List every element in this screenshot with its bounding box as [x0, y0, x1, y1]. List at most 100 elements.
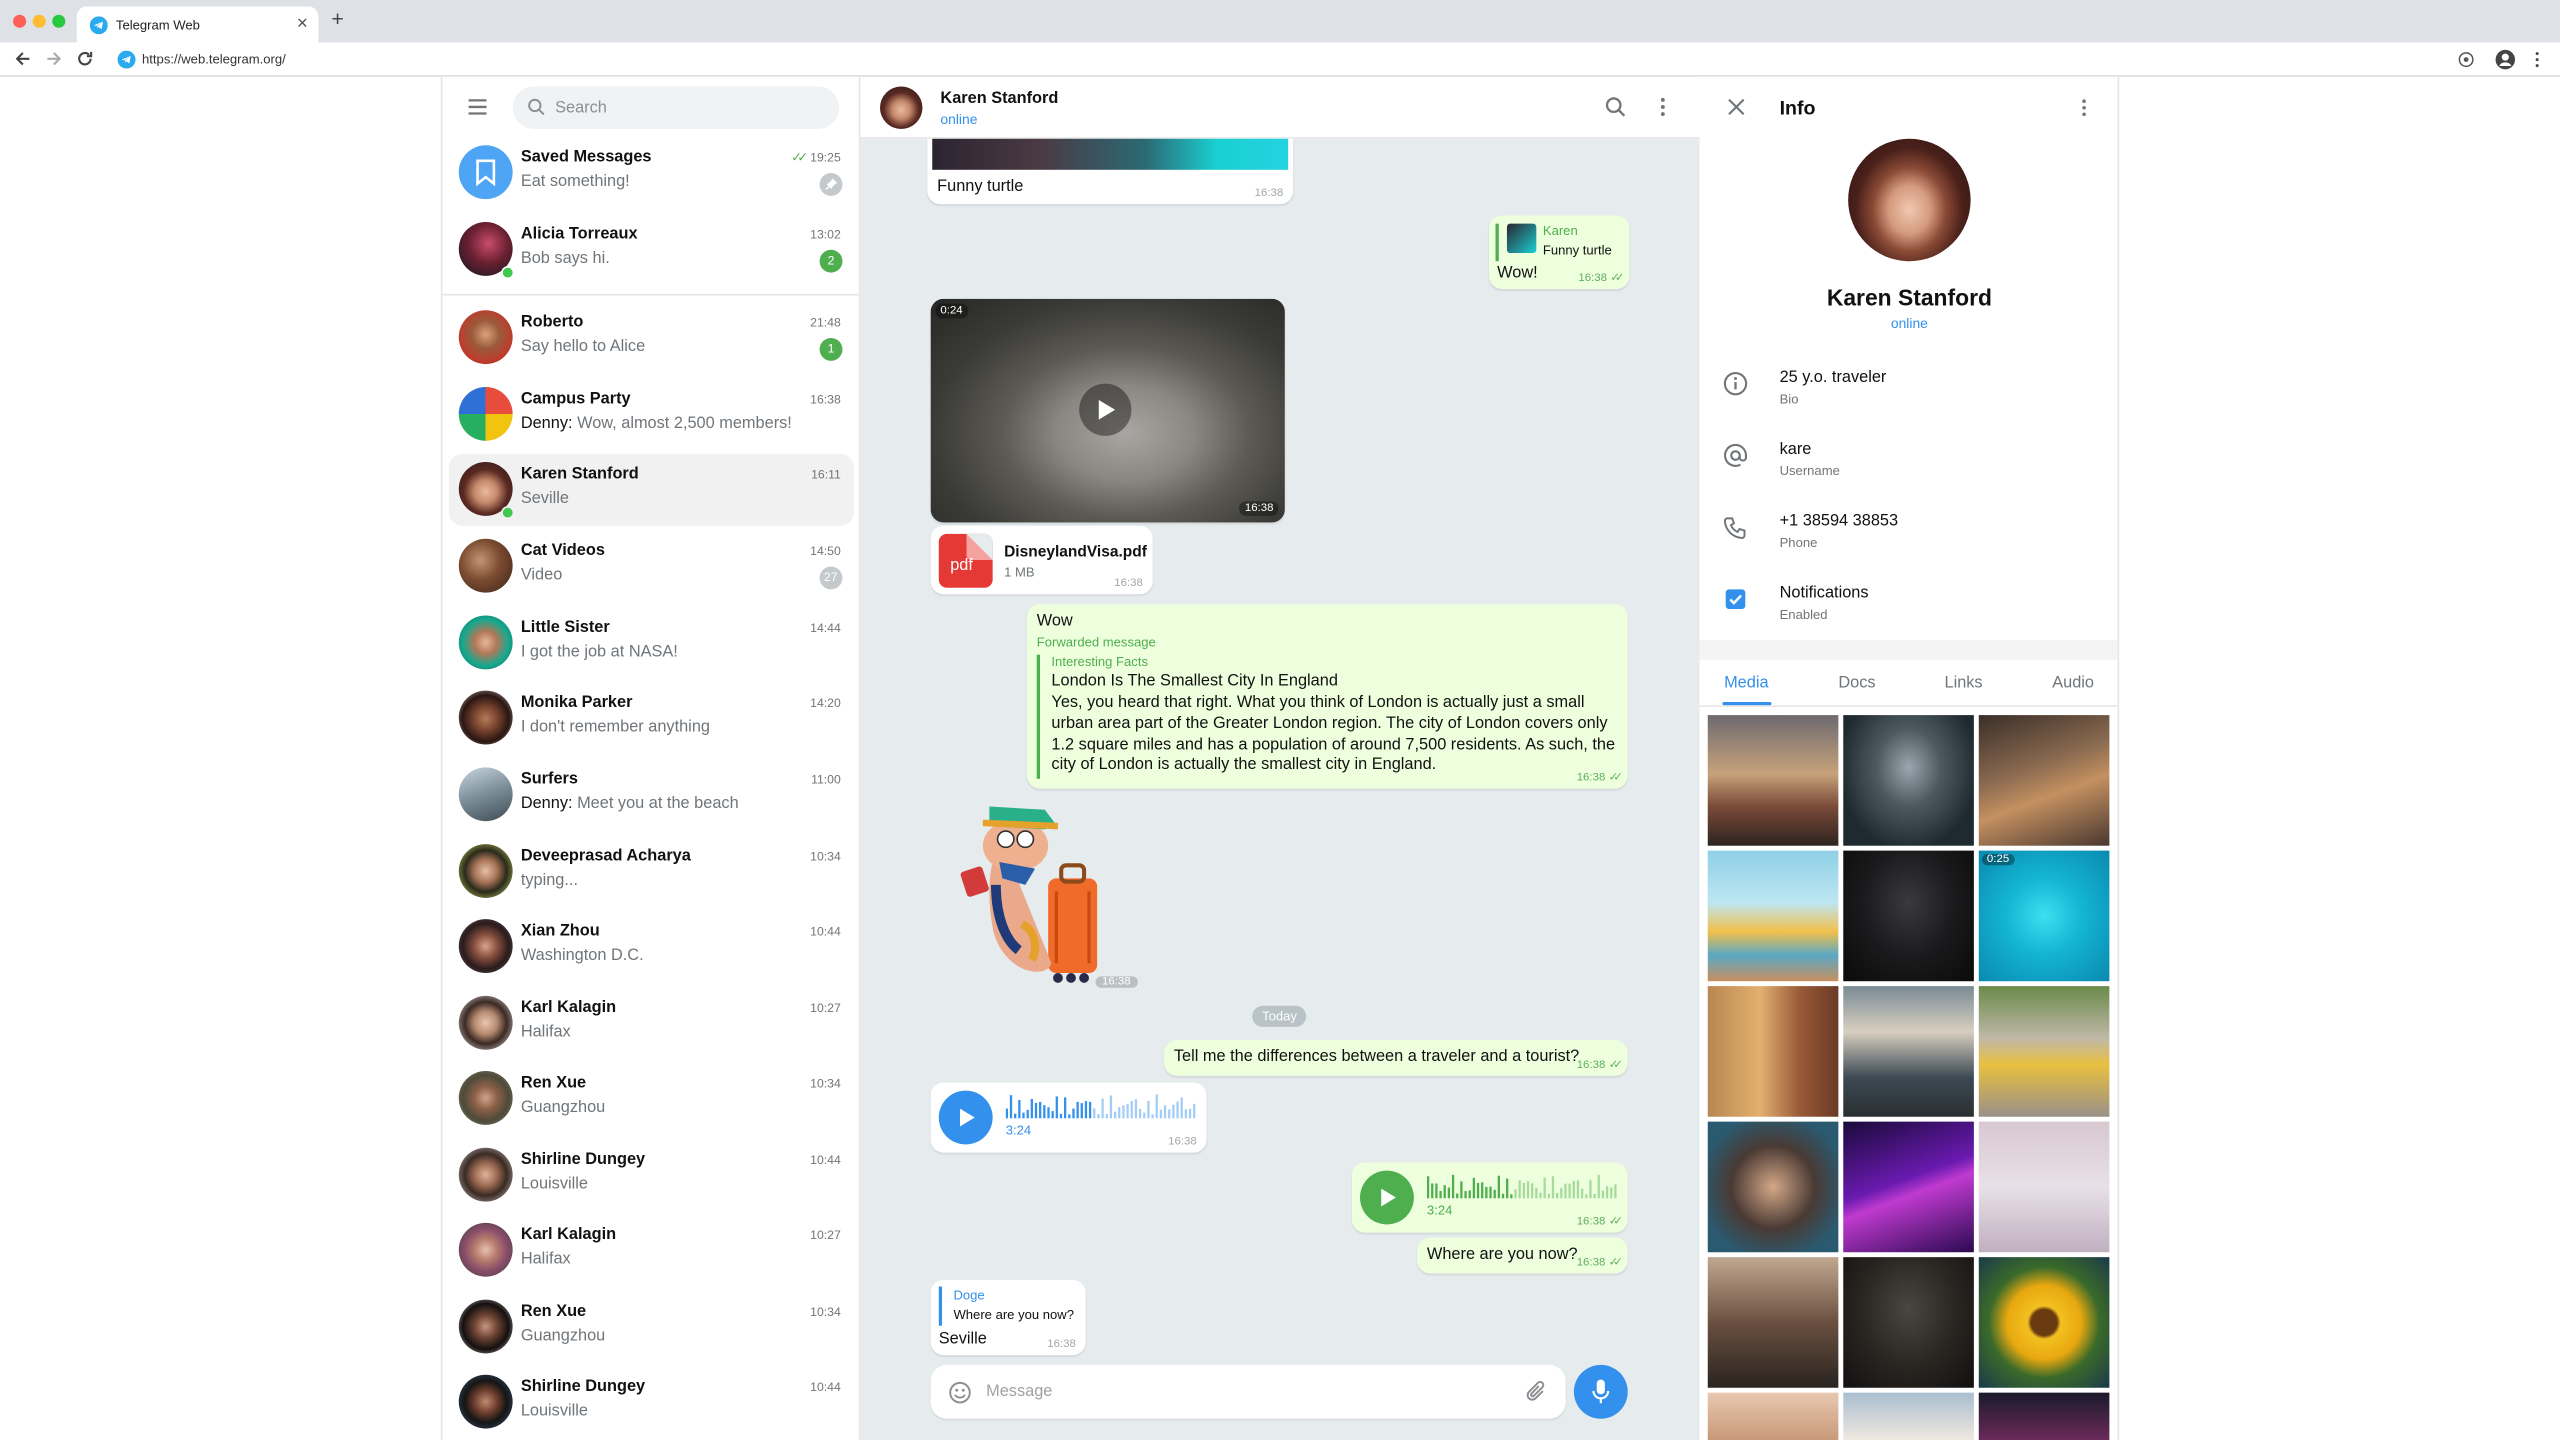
minimize-window-button[interactable] — [32, 14, 46, 28]
reply-quote[interactable]: Karen Funny turtle — [1495, 223, 1623, 262]
media-thumbnail[interactable] — [1978, 1121, 2110, 1253]
record-voice-button[interactable] — [1573, 1364, 1628, 1419]
emoji-icon[interactable] — [949, 1381, 972, 1404]
media-thumbnail[interactable] — [1843, 1257, 1974, 1388]
file-message[interactable]: pdf DisneylandVisa.pdf 1 MB 16:38 — [930, 525, 1153, 595]
media-thumbnail[interactable] — [1843, 1392, 1974, 1440]
close-window-button[interactable] — [13, 14, 27, 28]
chat-item-roberto[interactable]: Roberto Say hello to Alice 21:48 1 — [449, 302, 854, 374]
chat-header[interactable]: Karen Stanford online — [860, 76, 1700, 139]
reply-quote[interactable]: Doge Where are you now? — [938, 1286, 1079, 1326]
chat-item-little-sister[interactable]: Little Sister I got the job at NASA! 14:… — [449, 607, 854, 679]
media-thumbnail[interactable]: 0:25 — [1978, 850, 2110, 982]
checkbox-icon[interactable] — [1722, 586, 1748, 612]
chat-header-status: online — [940, 111, 978, 128]
voice-message-outgoing[interactable]: 3:24 16:38 ✓✓ — [1351, 1162, 1628, 1233]
tab-media[interactable]: Media — [1724, 674, 1768, 692]
close-icon[interactable] — [1727, 98, 1745, 116]
traveling-dog-sticker[interactable] — [953, 797, 1116, 993]
voice-waveform[interactable] — [1005, 1092, 1199, 1119]
tab-audio[interactable]: Audio — [2052, 674, 2094, 692]
waveform-bar — [1072, 1108, 1075, 1119]
message-time: 16:38 ✓✓ — [1578, 272, 1624, 285]
media-thumbnail[interactable] — [1707, 1392, 1839, 1440]
back-arrow-icon[interactable] — [13, 49, 33, 69]
media-thumbnail[interactable] — [1843, 986, 1974, 1117]
notifications-row[interactable]: Notifications Enabled — [1722, 580, 2098, 636]
image-message[interactable]: Funny turtle 16:38 — [927, 138, 1294, 205]
video-message[interactable]: 0:24 16:38 — [930, 298, 1285, 523]
chat-item-shirline-dungey-2[interactable]: Shirline Dungey Louisville 10:44 — [449, 1367, 854, 1439]
chat-header-avatar[interactable] — [879, 86, 923, 129]
voice-play-button[interactable] — [938, 1090, 993, 1145]
media-thumbnail[interactable] — [1843, 715, 1974, 846]
bio-row[interactable]: 25 y.o. traveler Bio — [1722, 364, 2098, 420]
chat-menu-icon[interactable] — [1659, 96, 1667, 117]
pinned-divider — [442, 293, 859, 296]
chat-item-karen-stanford[interactable]: Karen Stanford Seville 16:11 — [448, 453, 854, 526]
tab-docs[interactable]: Docs — [1838, 674, 1875, 692]
attach-icon[interactable] — [1525, 1380, 1548, 1404]
profile-photo[interactable] — [1848, 138, 1971, 262]
tab-links[interactable]: Links — [1944, 674, 1982, 692]
reload-icon[interactable] — [75, 49, 95, 69]
close-tab-icon[interactable]: ✕ — [296, 15, 308, 33]
media-thumbnail[interactable] — [1707, 1121, 1839, 1253]
media-thumbnail[interactable] — [1707, 715, 1839, 846]
chat-item-karl-kalagin[interactable]: Karl Kalagin Halifax 10:27 — [449, 988, 854, 1060]
chat-item-xian-zhou[interactable]: Xian Zhou Washington D.C. 10:44 — [449, 911, 854, 983]
reply-message-outgoing[interactable]: Karen Funny turtle Wow! 16:38 ✓✓ — [1488, 215, 1630, 289]
chat-item-monika-parker[interactable]: Monika Parker I don't remember anything … — [449, 682, 854, 754]
media-thumbnail[interactable] — [1707, 1257, 1839, 1388]
waveform-bar — [1055, 1096, 1058, 1119]
outgoing-message[interactable]: Tell me the differences between a travel… — [1164, 1039, 1628, 1076]
reply-message-incoming[interactable]: Doge Where are you now? Seville 16:38 — [930, 1279, 1086, 1356]
chat-name: Roberto — [520, 313, 584, 332]
voice-play-button[interactable] — [1359, 1170, 1414, 1225]
waveform-bar — [1168, 1109, 1171, 1119]
install-app-icon[interactable] — [2457, 51, 2475, 69]
hamburger-menu-icon[interactable] — [467, 98, 488, 116]
play-button[interactable] — [1079, 383, 1132, 436]
forwarded-message[interactable]: Wow Forwarded message Interesting Facts … — [1026, 604, 1628, 789]
karl-kalagin-avatar — [458, 1222, 513, 1277]
chat-item-saved-messages[interactable]: Saved Messages Eat something! ✓✓ 19:25 — [449, 137, 854, 209]
voice-waveform[interactable] — [1426, 1172, 1620, 1199]
media-thumbnail[interactable] — [1707, 986, 1839, 1117]
search-input[interactable]: Search — [512, 86, 840, 129]
waveform-bar — [1435, 1183, 1438, 1199]
media-thumbnail[interactable] — [1843, 1121, 1974, 1253]
chat-item-surfers[interactable]: Surfers Denny: Meet you at the beach 11:… — [449, 759, 854, 831]
phone-row[interactable]: +1 38594 38853 Phone — [1722, 508, 2098, 564]
new-tab-button[interactable]: + — [331, 7, 343, 31]
media-thumbnail[interactable] — [1978, 715, 2110, 846]
browser-menu-icon[interactable] — [2532, 51, 2542, 69]
media-thumbnail[interactable] — [1978, 986, 2110, 1117]
media-thumbnail[interactable] — [1978, 1392, 2110, 1440]
profile-icon[interactable] — [2495, 49, 2516, 70]
media-thumbnail[interactable] — [1978, 1257, 2110, 1388]
username-row[interactable]: kare Username — [1722, 436, 2098, 492]
chat-item-deveeprasad-acharya[interactable]: Deveeprasad Acharya typing... 10:34 — [449, 836, 854, 908]
chat-item-ren-xue[interactable]: Ren Xue Guangzhou 10:34 — [449, 1063, 854, 1135]
outgoing-message[interactable]: Where are you now? 16:38 ✓✓ — [1417, 1237, 1628, 1274]
maximize-window-button[interactable] — [52, 14, 66, 28]
browser-tab[interactable]: Telegram Web ✕ — [76, 6, 319, 43]
forward-arrow-icon[interactable] — [44, 49, 64, 69]
turtle-image[interactable] — [932, 138, 1289, 170]
chat-item-ren-xue-2[interactable]: Ren Xue Guangzhou 10:34 — [449, 1291, 854, 1363]
search-icon[interactable] — [1605, 96, 1626, 117]
media-thumbnail[interactable] — [1843, 850, 1974, 982]
chat-item-campus-party[interactable]: Campus Party Denny: Wow, almost 2,500 me… — [449, 379, 854, 451]
media-thumbnail[interactable] — [1707, 850, 1839, 982]
chat-last-message: Video — [520, 566, 563, 585]
chat-item-cat-videos[interactable]: Cat Videos Video 14:50 27 — [449, 531, 854, 603]
pdf-file-icon[interactable]: pdf — [938, 533, 993, 588]
chat-item-alicia-torreaux[interactable]: Alicia Torreaux Bob says hi. 13:02 2 — [449, 214, 854, 286]
url-bar[interactable]: https://web.telegram.org/ — [111, 47, 2446, 71]
voice-message-incoming[interactable]: 3:24 16:38 — [930, 1082, 1207, 1153]
info-menu-icon[interactable] — [2080, 98, 2088, 118]
message-composer[interactable]: Message — [930, 1364, 1566, 1419]
chat-item-shirline-dungey[interactable]: Shirline Dungey Louisville 10:44 — [449, 1140, 854, 1212]
chat-item-karl-kalagin-2[interactable]: Karl Kalagin Halifax 10:27 — [449, 1215, 854, 1287]
